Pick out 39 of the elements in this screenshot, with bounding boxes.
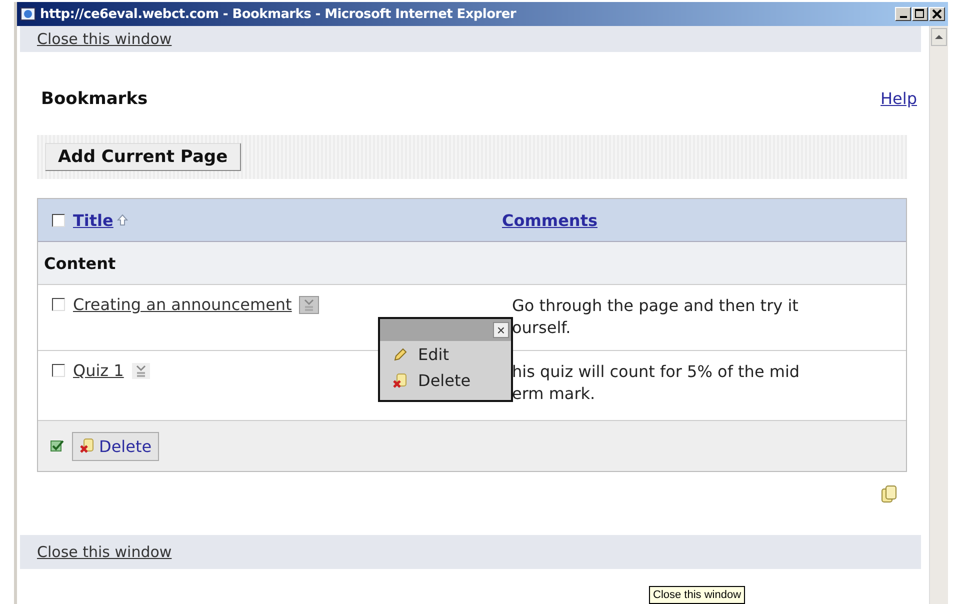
- comments-column-header[interactable]: Comments: [502, 210, 598, 230]
- comment-text: erm mark.: [512, 383, 596, 405]
- bookmark-link[interactable]: Quiz 1: [73, 361, 124, 380]
- close-window-link[interactable]: Close this window: [37, 30, 172, 48]
- page-heading: Bookmarks: [41, 88, 148, 108]
- menu-item[interactable]: Edit: [380, 341, 511, 367]
- close-button[interactable]: [929, 7, 945, 21]
- pencil-icon: [392, 346, 408, 362]
- title-column-header[interactable]: Title: [73, 210, 114, 230]
- browser-icon: [20, 6, 36, 22]
- add-current-page-button[interactable]: Add Current Page: [45, 143, 241, 171]
- checkbox-list-icon: [50, 439, 66, 453]
- window-title: http://ce6eval.webct.com - Bookmarks - Microsoft Internet Explorer: [40, 6, 518, 22]
- up-arrow-icon: [935, 34, 943, 40]
- delete-button[interactable]: Delete: [72, 432, 159, 460]
- menu-toggle-icon[interactable]: [300, 296, 318, 312]
- copy-pages-icon[interactable]: [879, 484, 899, 504]
- maximize-icon: [915, 9, 925, 19]
- close-button[interactable]: ×: [493, 322, 509, 338]
- delete-icon: [392, 372, 408, 388]
- row-checkbox[interactable]: [52, 298, 65, 311]
- scrollbar[interactable]: [929, 26, 948, 604]
- menu-toggle-icon[interactable]: [132, 362, 150, 378]
- tooltip: Close this window: [649, 586, 746, 604]
- delete-icon: [79, 438, 95, 454]
- group-heading: Content: [44, 254, 116, 272]
- bookmark-link[interactable]: Creating an announcement: [73, 295, 292, 314]
- comment-text: Go through the page and then try it: [512, 295, 798, 317]
- minimize-button[interactable]: [895, 7, 911, 21]
- row-checkbox[interactable]: [52, 364, 65, 377]
- close-icon: [932, 9, 942, 19]
- select-all-checkbox[interactable]: [52, 214, 65, 226]
- help-link[interactable]: Help: [880, 89, 917, 108]
- maximize-button[interactable]: [912, 7, 928, 21]
- comment-text: his quiz will count for 5% of the mid: [512, 361, 800, 383]
- menu-item[interactable]: Delete: [380, 367, 511, 400]
- minimize-icon: [900, 16, 906, 18]
- close-window-link[interactable]: Close this window: [37, 543, 172, 561]
- comment-text: ourself.: [512, 317, 571, 339]
